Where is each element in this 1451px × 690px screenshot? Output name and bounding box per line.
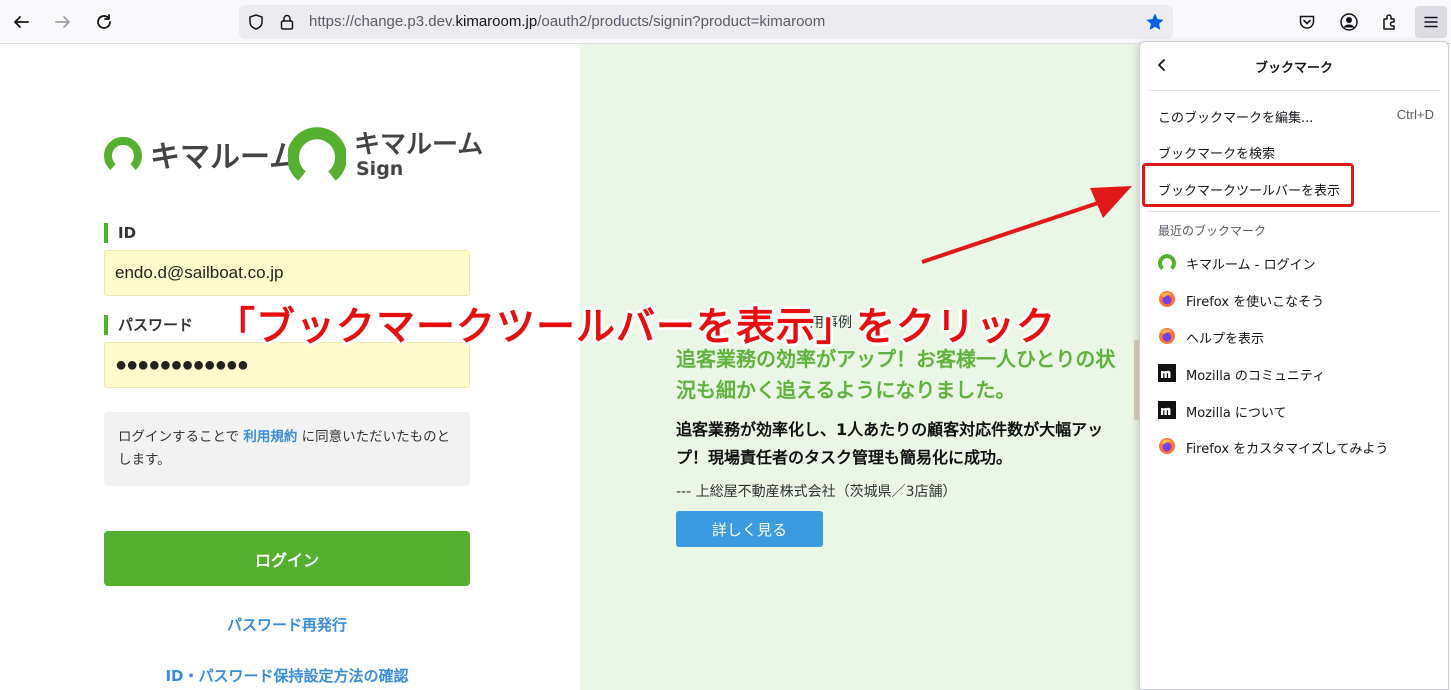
firefox-icon <box>1159 438 1175 454</box>
forward-button[interactable] <box>47 6 79 38</box>
menu-item-recent-bookmark[interactable]: Firefox をカスタマイズしてみよう <box>1140 431 1448 461</box>
menu-item-label: Mozilla について <box>1186 406 1287 421</box>
login-panel: キマルーム キマルーム Sign ID endo.d@sailboat.co.j… <box>0 44 580 690</box>
detail-button[interactable]: 詳しく見る <box>676 511 823 547</box>
puzzle-icon <box>1383 14 1395 30</box>
bookmark-menu-title: ブックマーク <box>1254 61 1333 76</box>
login-button[interactable]: ログイン <box>104 531 470 586</box>
menu-item-recent-bookmark[interactable]: Firefox を使いこなそう <box>1140 284 1448 314</box>
menu-item-recent-bookmark[interactable]: Mozilla のコミュニティ <box>1140 358 1448 388</box>
url-bar[interactable]: https://change.p3.dev.kimaroom.jp/oauth2… <box>239 5 1173 39</box>
menu-item-label: このブックマークを編集... <box>1158 111 1314 126</box>
terms-link[interactable]: 利用規約 <box>243 429 297 445</box>
annotation-text: 「ブックマークツールバーを表示」をクリック <box>216 305 1057 350</box>
pocket-icon <box>1299 15 1315 29</box>
pocket-button[interactable] <box>1291 6 1323 38</box>
menu-item-label: Firefox を使いこなそう <box>1186 295 1325 310</box>
logo-sign-main: キマルーム <box>354 130 484 160</box>
menu-item-label: ヘルプを表示 <box>1186 332 1265 347</box>
url-domain: kimaroom.jp <box>455 13 538 30</box>
back-button[interactable] <box>5 6 37 38</box>
menu-item-recent-bookmark[interactable]: Mozilla について <box>1140 395 1448 425</box>
menu-item-edit-bookmark[interactable]: このブックマークを編集... Ctrl+D <box>1140 100 1448 130</box>
logo-main-text: キマルーム <box>150 140 300 175</box>
menu-item-label: Mozilla のコミュニティ <box>1186 369 1326 384</box>
url-text[interactable]: https://change.p3.dev.kimaroom.jp/oauth2… <box>309 13 825 30</box>
forward-arrow-icon <box>55 16 70 28</box>
menu-divider <box>1148 90 1440 91</box>
lock-icon[interactable] <box>277 12 297 32</box>
id-password-settings-link[interactable]: ID・パスワード保持設定方法の確認 <box>104 665 470 686</box>
account-button[interactable] <box>1333 6 1365 38</box>
bookmark-menu-panel: ブックマーク このブックマークを編集... Ctrl+D ブックマークを検索 ブ… <box>1139 41 1449 690</box>
logo-area: キマルーム キマルーム Sign <box>104 124 484 184</box>
menu-item-label: ブックマークを検索 <box>1158 147 1276 162</box>
agree-prefix: ログインすることで <box>118 429 244 445</box>
mozilla-icon <box>1158 401 1176 419</box>
id-label: ID <box>104 223 136 243</box>
id-input[interactable]: endo.d@sailboat.co.jp <box>104 250 470 296</box>
shield-icon[interactable] <box>246 12 266 32</box>
terms-agreement: ログインすることで 利用規約 に同意いただいたものとします。 <box>104 412 470 486</box>
firefox-icon <box>1159 328 1175 344</box>
logo-sign-sub: Sign <box>356 158 404 180</box>
browser-toolbar: https://change.p3.dev.kimaroom.jp/oauth2… <box>0 0 1451 44</box>
url-path: /oauth2/products/signin?product=kimaroom <box>537 13 826 30</box>
reload-button[interactable] <box>88 6 120 38</box>
reload-icon <box>97 14 111 29</box>
back-arrow-icon <box>14 16 29 28</box>
case-study-panel: 用事例 追客業務の効率がアップ！お客様一人ひとりの状況も細かく追えるようになりま… <box>580 44 1140 690</box>
account-icon <box>1340 13 1358 31</box>
bookmark-star-icon[interactable] <box>1145 12 1165 32</box>
annotation-highlight-box <box>1142 163 1354 207</box>
password-label: パスワード <box>104 315 193 335</box>
menu-item-label: Firefox をカスタマイズしてみよう <box>1186 442 1389 457</box>
bookmark-menu-header: ブックマーク <box>1140 42 1448 88</box>
password-reset-link[interactable]: パスワード再発行 <box>104 614 470 635</box>
kimaroom-icon <box>1158 254 1176 271</box>
menu-item-search-bookmarks[interactable]: ブックマークを検索 <box>1140 136 1448 166</box>
menu-item-shortcut: Ctrl+D <box>1396 107 1434 122</box>
app-menu-button[interactable] <box>1415 6 1447 38</box>
kimaroom-sign-logo-icon <box>288 127 346 181</box>
mozilla-icon <box>1158 364 1176 382</box>
url-prefix: https://change.p3.dev. <box>309 13 456 30</box>
menu-item-recent-bookmark[interactable]: ヘルプを表示 <box>1140 321 1448 351</box>
extensions-button[interactable] <box>1374 6 1406 38</box>
firefox-icon <box>1159 291 1175 307</box>
case-study-headline: 追客業務の効率がアップ！お客様一人ひとりの状況も細かく追えるようになりました。 <box>676 347 1116 402</box>
kimaroom-logo-icon <box>104 136 142 170</box>
menu-divider <box>1148 211 1440 212</box>
hamburger-icon <box>1424 16 1438 28</box>
recent-bookmarks-heading: 最近のブックマーク <box>1158 224 1267 238</box>
menu-item-label: キマルーム - ログイン <box>1186 258 1316 273</box>
menu-item-recent-bookmark[interactable]: キマルーム - ログイン <box>1140 247 1448 277</box>
case-study-body: 追客業務が効率化し、1人あたりの顧客対応件数が大幅アップ！現場責任者のタスク管理… <box>676 420 1104 467</box>
case-study-source: --- 上総屋不動産株式会社（茨城県／3店舗） <box>676 484 957 500</box>
